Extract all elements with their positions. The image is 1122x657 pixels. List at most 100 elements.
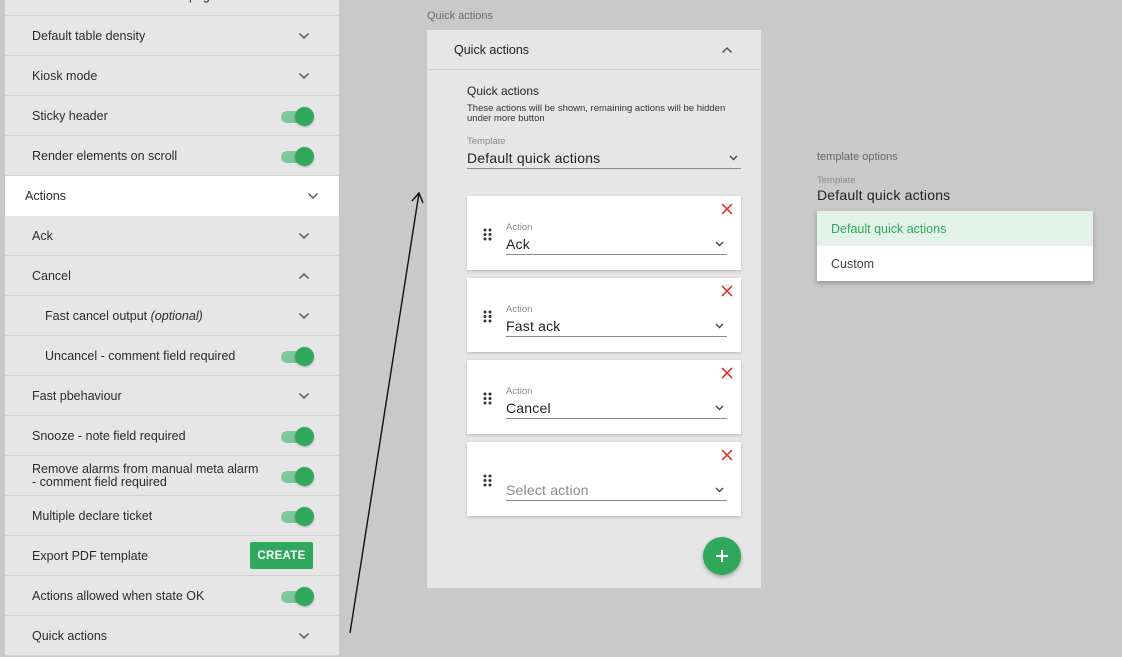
action-value: Ack [506,235,530,252]
settings-row-label: Kiosk mode [32,68,98,83]
settings-row-label: Fast pbehaviour [32,388,122,403]
plus-icon [716,550,728,562]
action-value: Cancel [506,399,551,416]
chevron-down-icon[interactable] [296,228,312,244]
chevron-down-icon[interactable] [711,318,727,334]
create-button[interactable]: CREATE [250,542,313,569]
chevron-down-icon[interactable] [296,0,312,4]
settings-row-label: Export PDF template [32,548,149,563]
action-card: Action Fast ack [467,278,741,352]
toggle-switch[interactable] [281,506,314,526]
settings-row-label: Default number of elements/page [32,0,217,3]
template-value: Default quick actions [467,149,601,166]
settings-row[interactable]: Snooze - note field required [5,416,339,456]
template-select[interactable]: Template Default quick actions [467,136,741,169]
drag-handle-icon[interactable] [483,228,492,241]
action-label: Action [506,386,533,397]
action-card: Action Ack [467,196,741,270]
toggle-switch[interactable] [281,586,314,606]
template-options-value: Default quick actions [817,187,951,203]
toggle-switch[interactable] [281,466,314,486]
settings-row[interactable]: Render elements on scroll [5,136,339,176]
drag-handle-icon[interactable] [483,310,492,323]
settings-row-label: Default table density [32,28,146,43]
chevron-up-icon[interactable] [719,42,735,58]
settings-row[interactable]: Default table density [5,16,339,56]
drag-handle-icon[interactable] [483,474,492,487]
chevron-down-icon[interactable] [296,388,312,404]
action-label: Action [506,222,533,233]
template-options-caption: template options [817,151,898,163]
toggle-switch[interactable] [281,346,314,366]
settings-row-label: Sticky header [32,108,108,123]
settings-row-label: Fast cancel output (optional) [45,308,203,323]
settings-list: Default number of elements/page Default t… [5,0,339,656]
settings-row[interactable]: Multiple declare ticket [5,496,339,536]
template-option[interactable]: Default quick actions [817,211,1093,246]
chevron-down-icon[interactable] [296,308,312,324]
settings-row-label: Render elements on scroll [32,148,178,163]
settings-row[interactable]: Actions [5,176,339,216]
chevron-up-icon[interactable] [296,268,312,284]
drag-handle-icon[interactable] [483,392,492,405]
template-label: Template [467,136,506,147]
chevron-down-icon[interactable] [711,400,727,416]
action-label: Action [506,304,533,315]
action-select[interactable]: Select action [506,468,727,501]
close-icon[interactable] [720,202,734,216]
action-select[interactable]: Action Fast ack [506,304,727,337]
template-options-select[interactable]: Template Default quick actions [817,175,1093,203]
settings-row[interactable]: Remove alarms from manual meta alarm - c… [5,456,339,496]
settings-row[interactable]: Sticky header [5,96,339,136]
add-action-button[interactable] [703,537,741,575]
settings-row-label: Quick actions [32,628,108,643]
chevron-down-icon[interactable] [296,68,312,84]
settings-row[interactable]: Export PDF template CREATE [5,536,339,576]
settings-row-label: Cancel [32,268,71,283]
settings-row[interactable]: Default number of elements/page [5,0,339,16]
template-options-menu: Default quick actions Custom [817,211,1093,281]
action-select[interactable]: Action Ack [506,222,727,255]
toggle-switch[interactable] [281,426,314,446]
settings-row[interactable]: Cancel [5,256,339,296]
action-label [506,468,727,479]
template-option[interactable]: Custom [817,246,1093,281]
settings-row-label: Snooze - note field required [32,428,186,443]
quick-actions-section-title: Quick actions [467,84,540,98]
quick-actions-header-title: Quick actions [454,42,530,57]
chevron-down-icon[interactable] [711,236,727,252]
settings-row[interactable]: Uncancel - comment field required [5,336,339,376]
action-value: Fast ack [506,317,561,334]
chevron-down-icon[interactable] [305,188,321,204]
settings-row[interactable]: Fast pbehaviour [5,376,339,416]
settings-row[interactable]: Fast cancel output (optional) [5,296,339,336]
quick-actions-header[interactable]: Quick actions [427,30,761,70]
quick-actions-caption: Quick actions [427,10,494,22]
chevron-down-icon[interactable] [711,482,727,498]
settings-row-label: Actions allowed when state OK [32,588,205,603]
settings-row[interactable]: Ack [5,216,339,256]
settings-row[interactable]: Kiosk mode [5,56,339,96]
settings-row-label: Remove alarms from manual meta alarm - c… [32,461,259,489]
action-card: Select action [467,442,741,516]
settings-row-label: Actions [25,189,66,203]
close-icon[interactable] [720,366,734,380]
chevron-down-icon[interactable] [296,628,312,644]
quick-actions-panel: Quick actions Quick actions These action… [427,30,761,588]
chevron-down-icon[interactable] [296,28,312,44]
close-icon[interactable] [720,284,734,298]
action-select[interactable]: Action Cancel [506,386,727,419]
template-options-label: Template [817,175,856,186]
close-icon[interactable] [720,448,734,462]
quick-actions-description: These actions will be shown, remaining a… [467,103,726,124]
settings-row-label: Multiple declare ticket [32,508,153,523]
toggle-switch[interactable] [281,106,314,126]
action-card: Action Cancel [467,360,741,434]
settings-row[interactable]: Actions allowed when state OK [5,576,339,616]
settings-row[interactable]: Quick actions [5,616,339,656]
action-placeholder: Select action [506,481,589,498]
chevron-down-icon[interactable] [725,150,741,166]
toggle-switch[interactable] [281,146,314,166]
settings-row-label: Ack [32,228,53,243]
settings-row-label: Uncancel - comment field required [45,348,236,363]
